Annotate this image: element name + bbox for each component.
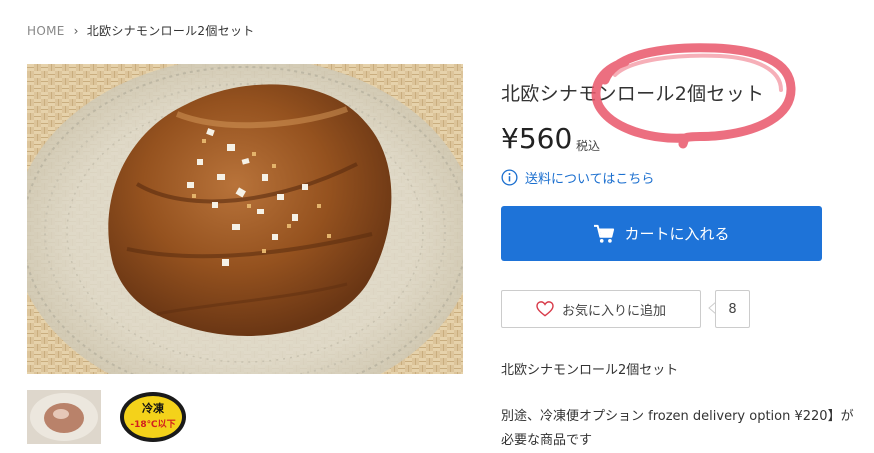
thumbnail-1[interactable]: [27, 390, 101, 444]
add-to-cart-button[interactable]: カートに入れる: [501, 206, 822, 261]
badge-frozen-text: 冷凍: [142, 401, 165, 415]
thumbnail-frozen-badge: 冷凍 -18℃以下: [116, 390, 190, 444]
breadcrumb: HOME › 北欧シナモンロール2個セット: [27, 22, 255, 39]
breadcrumb-current: 北欧シナモンロール2個セット: [86, 24, 255, 38]
add-to-cart-label: カートに入れる: [624, 225, 730, 243]
shipping-info-link[interactable]: 送料についてはこちら: [501, 168, 654, 187]
product-title: 北欧シナモンロール2個セット: [501, 83, 765, 105]
breadcrumb-home-link[interactable]: HOME: [27, 24, 65, 38]
add-to-favorites-button[interactable]: お気に入りに追加: [501, 290, 701, 328]
badge-temp-text: -18℃以下: [130, 419, 175, 430]
description-title: 北欧シナモンロール2個セット: [501, 363, 679, 378]
cart-icon: [594, 224, 615, 243]
heart-icon: [536, 301, 554, 317]
tax-label: 税込: [576, 139, 601, 153]
breadcrumb-separator: ›: [73, 23, 79, 38]
shipping-link-text: 送料についてはこちら: [525, 172, 655, 187]
thumbnail-roll-image: [27, 390, 101, 444]
favorite-count: 8: [715, 290, 750, 328]
cinnamon-roll-photo: [27, 64, 463, 374]
description-body: 別途、冷凍便オプション frozen delivery option ¥220】…: [501, 409, 854, 448]
thumbnail-2[interactable]: 冷凍 -18℃以下: [116, 390, 190, 444]
product-main-image[interactable]: [27, 64, 463, 374]
product-price: ¥560: [501, 122, 573, 155]
info-icon: [501, 169, 518, 186]
favorite-label: お気に入りに追加: [561, 303, 666, 319]
